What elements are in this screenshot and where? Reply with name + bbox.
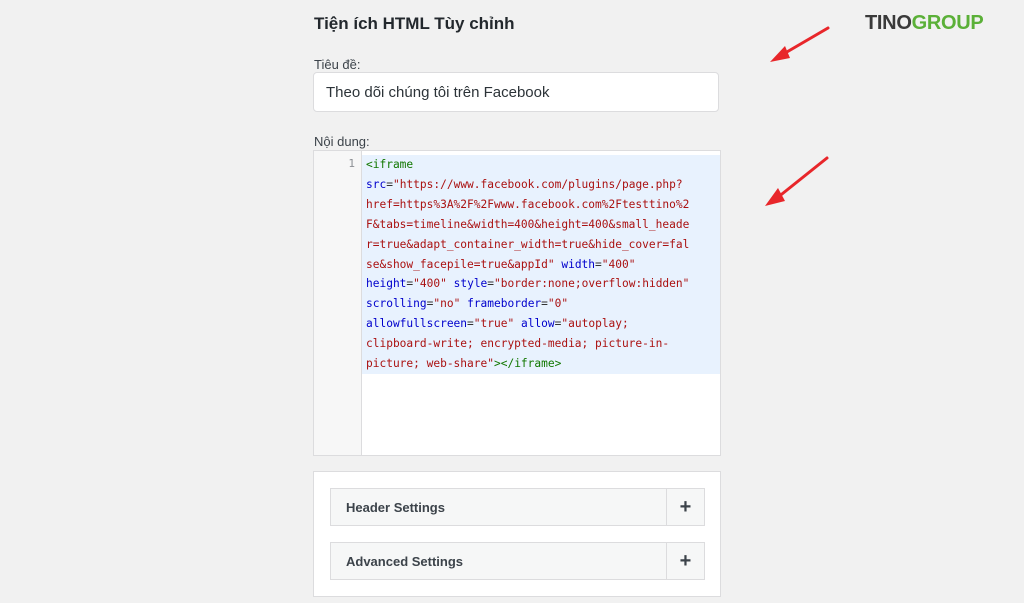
code-token: style: [453, 277, 488, 291]
code-editor[interactable]: 1 <iframe src="https://www.facebook.com/p…: [313, 150, 721, 456]
code-token: <iframe: [366, 158, 414, 171]
content-field-label: Nội dung:: [314, 134, 370, 149]
code-line: allowfullscreen="true" allow="autoplay;: [366, 314, 716, 334]
code-token: "400": [601, 257, 636, 271]
line-number: 1: [348, 157, 355, 170]
annotation-arrow-icon: [770, 26, 830, 62]
code-line: picture; web-share"></iframe>: [366, 354, 716, 374]
code-line: r=true&adapt_container_width=true&hide_c…: [366, 235, 716, 255]
advanced-settings-expand-icon[interactable]: +: [666, 543, 704, 579]
code-line: src="https://www.facebook.com/plugins/pa…: [366, 175, 716, 195]
code-line: clipboard-write; encrypted-media; pictur…: [366, 334, 716, 354]
code-token: "true": [473, 317, 515, 331]
header-settings-accordion[interactable]: Header Settings +: [330, 488, 705, 526]
header-settings-expand-icon[interactable]: +: [666, 489, 704, 525]
code-token: scrolling: [366, 297, 427, 311]
annotation-arrow-icon: [765, 156, 829, 206]
code-token: F&tabs=timeline&width=400&height=400&sma…: [366, 217, 690, 231]
code-token: =: [386, 177, 393, 191]
advanced-settings-accordion[interactable]: Advanced Settings +: [330, 542, 705, 580]
code-token: height: [366, 277, 407, 291]
code-token: ></iframe>: [493, 357, 562, 371]
brand-logo: TINOGROUP: [865, 12, 984, 35]
code-token: se&show_facepile=true&appId": [366, 257, 555, 271]
code-token: "border:none;overflow:hidden": [494, 277, 690, 291]
code-token: =: [467, 317, 474, 331]
code-token: "autoplay;: [561, 317, 629, 331]
code-token: allowfullscreen: [366, 317, 468, 331]
code-token: src: [366, 177, 387, 191]
line-gutter: 1: [314, 151, 362, 455]
logo-part-group: GROUP: [911, 12, 984, 34]
code-token: allow: [520, 317, 555, 331]
code-content[interactable]: <iframe src="https://www.facebook.com/plu…: [362, 155, 720, 374]
code-token: r=true&adapt_container_width=true&hide_c…: [366, 237, 690, 251]
settings-panel: Header Settings + Advanced Settings +: [313, 471, 721, 597]
code-token: clipboard-write; encrypted-media; pictur…: [366, 337, 670, 351]
code-line: height="400" style="border:none;overflow…: [366, 274, 716, 294]
code-token: "no": [433, 297, 461, 311]
advanced-settings-label: Advanced Settings: [346, 554, 464, 569]
widget-title: Tiện ích HTML Tùy chỉnh: [314, 14, 515, 33]
code-token: width: [561, 257, 596, 271]
code-token: "0": [547, 297, 569, 311]
code-token: frameborder: [467, 297, 542, 311]
code-token: "https://www.facebook.com/plugins/page.p…: [392, 177, 683, 191]
code-token: =: [595, 257, 602, 271]
code-token: href=https%3A%2F%2Fwww.facebook.com%2Fte…: [366, 197, 690, 211]
code-token: =: [541, 297, 548, 311]
logo-part-tino: TINO: [865, 12, 912, 34]
code-token: "400": [413, 277, 447, 291]
code-line: F&tabs=timeline&width=400&height=400&sma…: [366, 215, 716, 235]
title-input[interactable]: [313, 72, 719, 112]
code-token: picture; web-share": [366, 357, 494, 371]
header-settings-label: Header Settings: [346, 500, 445, 515]
code-line: <iframe: [366, 155, 716, 175]
code-line: scrolling="no" frameborder="0": [366, 294, 716, 314]
code-line: href=https%3A%2F%2Fwww.facebook.com%2Fte…: [366, 195, 716, 215]
code-line: se&show_facepile=true&appId" width="400": [366, 255, 716, 275]
title-field-label: Tiêu đề:: [314, 57, 361, 72]
